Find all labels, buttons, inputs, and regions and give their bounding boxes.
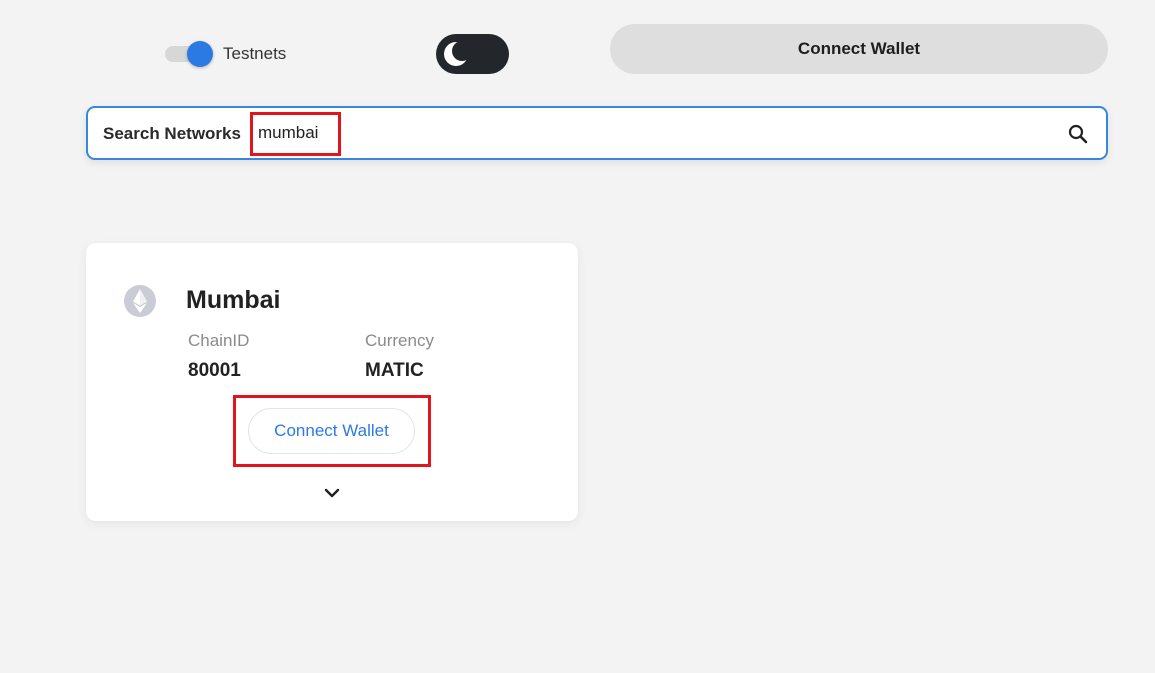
network-name: Mumbai [186,286,281,314]
testnets-toggle[interactable]: Testnets [165,40,286,68]
network-connect-wallet-button[interactable]: Connect Wallet [248,408,415,454]
switch-knob [187,41,213,67]
search-bar: Search Networks [86,106,1108,160]
page: Testnets Connect Wallet Search Networks … [0,0,1155,673]
ethereum-icon [124,285,156,317]
connect-wallet-button[interactable]: Connect Wallet [610,24,1108,74]
chainid-value: 80001 [188,360,241,381]
theme-toggle[interactable] [436,34,509,74]
network-card: Mumbai ChainID 80001 Currency MATIC Conn… [86,243,578,521]
search-icon[interactable] [1066,122,1090,146]
search-input[interactable] [258,119,1058,147]
chainid-label: ChainID [188,331,250,350]
search-label: Search Networks [103,124,241,143]
moon-icon [444,41,470,66]
testnets-label: Testnets [223,44,287,63]
chevron-down-icon[interactable] [322,483,342,503]
currency-value: MATIC [365,360,424,381]
currency-label: Currency [365,331,434,350]
testnets-switch[interactable] [165,40,213,68]
